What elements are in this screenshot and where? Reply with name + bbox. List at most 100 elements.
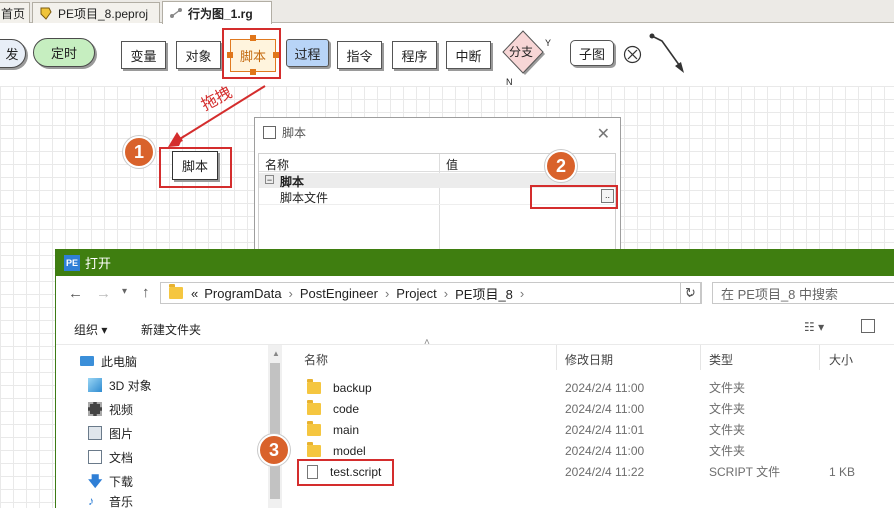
file-date: 2024/2/4 11:00 [565,401,645,416]
file-date: 2024/2/4 11:01 [565,422,645,437]
up-arrow-icon[interactable]: ↑ [142,284,150,301]
nav-item-downloads[interactable]: 🡇 下载 [88,470,133,492]
nav-item-this-pc[interactable]: 此电脑 [80,350,137,372]
breadcrumb-separator-icon: › [384,285,390,301]
recent-dropdown-icon[interactable]: ▾ [122,286,127,297]
tab-project[interactable]: PE项目_8.peproj [32,2,160,23]
resize-handle-right[interactable] [273,52,279,58]
search-input[interactable]: 在 PE项目_8 中搜索 [712,282,894,304]
file-name: code [333,401,360,416]
canvas-script-node-label: 脚本 [181,159,208,174]
project-icon [39,6,53,20]
subgraph-node-button[interactable]: 子图 [570,40,614,66]
nav-item-videos[interactable]: 视频 [88,398,133,420]
breadcrumb-separator-icon: › [443,285,449,301]
file-type: 文件夹 [709,381,746,395]
picture-icon [88,426,102,440]
scroll-thumb[interactable] [270,363,280,499]
breadcrumb-postengineer[interactable]: PostEngineer [300,286,378,301]
nav-item-pictures[interactable]: 图片 [88,422,133,444]
step-badge-1: 1 [123,136,155,168]
sort-ascending-icon: ˄ [424,337,430,348]
program-node-label: 程序 [401,48,428,64]
branch-node-button[interactable]: 分支 [500,27,546,77]
document-icon [88,450,102,464]
close-icon[interactable]: ✕ [597,124,610,144]
breadcrumb-project[interactable]: Project [396,286,436,301]
breadcrumb-overflow[interactable]: « [191,286,198,301]
tab-project-label: PE项目_8.peproj [58,6,149,21]
nav-item-label: 视频 [109,402,134,417]
object-node-button[interactable]: 对象 [176,41,221,69]
file-name: main [333,422,360,437]
interrupt-node-button[interactable]: 中断 [446,41,491,69]
resize-handle-left[interactable] [227,52,233,58]
browse-file-button[interactable]: .. [601,189,614,203]
column-divider[interactable] [556,345,557,370]
command-node-button[interactable]: 指令 [337,41,382,69]
column-divider[interactable] [700,345,701,370]
test-script-highlight [297,459,394,486]
view-options-icon[interactable]: ☷ ▾ [804,320,824,334]
terminate-icon [623,45,642,64]
process-node-label: 过程 [294,46,321,62]
file-row-backup[interactable]: backup 2024/2/4 11:00 文件夹 [292,377,894,398]
terminate-node-button[interactable] [623,45,642,64]
file-name: backup [333,380,372,395]
column-header-size[interactable]: 大小 [829,351,853,368]
nav-scrollbar[interactable]: ▲ [268,345,282,508]
file-type: 文件夹 [709,402,746,416]
step-badge-2: 2 [545,150,577,182]
variable-node-button[interactable]: 变量 [121,41,166,69]
folder-icon [307,441,321,457]
script-node-label: 脚本 [239,49,266,64]
breadcrumb-separator-icon: › [288,285,293,301]
refresh-button[interactable]: ↻ [680,282,701,304]
connector-arrow-icon [649,33,684,73]
scroll-up-icon[interactable]: ▲ [272,349,280,358]
nav-item-label: 图片 [109,426,134,441]
folder-icon [169,284,183,299]
nav-item-label: 音乐 [109,494,134,508]
preview-pane-icon[interactable] [861,319,875,333]
nav-item-3d-objects[interactable]: 3D 对象 [88,374,152,396]
file-row-main[interactable]: main 2024/2/4 11:01 文件夹 [292,419,894,440]
refresh-icon: ↻ [685,285,696,300]
column-divider[interactable] [819,345,820,370]
nav-item-documents[interactable]: 文档 [88,446,133,468]
file-date: 2024/2/4 11:00 [565,443,645,458]
back-arrow-icon[interactable]: ← [68,285,83,302]
nav-item-label: 文档 [109,450,134,465]
script-node-button[interactable]: 脚本 [230,39,276,72]
open-file-dialog: PE 打开 ← → ▾ ↑ « ProgramData › PostEngine… [55,249,894,508]
property-dialog-icon [263,125,276,139]
tab-home-label: 首页 [1,6,26,21]
forward-arrow-icon[interactable]: → [96,285,111,302]
subgraph-node-label: 子图 [578,46,605,62]
timer-node-label: 定时 [50,46,77,61]
timer-node-button[interactable]: 定时 [33,38,95,67]
nav-item-music[interactable]: ♪ 音乐 [88,494,133,508]
column-header-name[interactable]: 名称 [304,351,328,368]
organize-menu-button[interactable]: 组织 ▾ [74,321,107,338]
process-node-button[interactable]: 过程 [286,39,329,67]
breadcrumb-programdata[interactable]: ProgramData [204,286,281,301]
new-folder-button[interactable]: 新建文件夹 [141,321,201,338]
file-date: 2024/2/4 11:22 [565,464,645,479]
video-icon [88,402,102,416]
tab-behavior-graph[interactable]: 行为图_1.rg [162,1,272,24]
program-node-button[interactable]: 程序 [392,41,437,69]
file-row-model[interactable]: model 2024/2/4 11:00 文件夹 [292,440,894,461]
collapse-icon[interactable]: − [265,175,274,185]
canvas-script-node[interactable]: 脚本 [172,151,218,180]
tab-home[interactable]: 首页 [0,2,30,23]
open-dialog-title: 打开 [85,256,112,271]
column-header-type[interactable]: 类型 [709,351,733,368]
file-row-code[interactable]: code 2024/2/4 11:00 文件夹 [292,398,894,419]
address-bar[interactable]: « ProgramData › PostEngineer › Project ›… [160,282,702,304]
resize-handle-bottom[interactable] [250,69,256,75]
resize-handle-top[interactable] [250,35,256,41]
column-header-date[interactable]: 修改日期 [565,351,613,368]
connector-tool-button[interactable] [648,31,688,75]
breadcrumb-current-folder[interactable]: PE项目_8 [455,284,513,303]
